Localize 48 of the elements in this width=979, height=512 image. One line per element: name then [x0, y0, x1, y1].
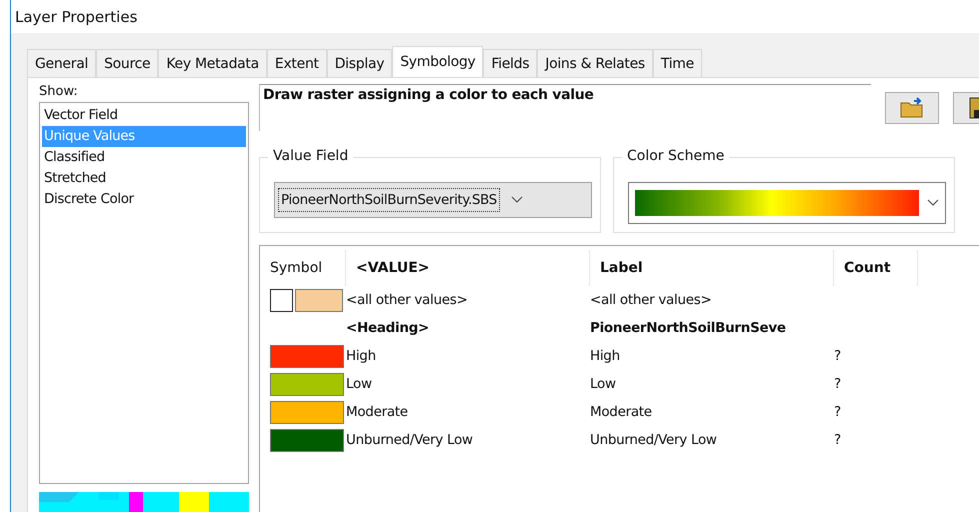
label-cell-text: Moderate [590, 403, 653, 422]
color-swatch[interactable] [295, 288, 343, 312]
open-button[interactable] [885, 92, 939, 124]
list-item[interactable]: Vector Field [42, 105, 246, 126]
tab[interactable]: Key Metadata [158, 49, 267, 77]
empty-symbol [270, 288, 293, 312]
column-header[interactable]: Symbol [270, 250, 346, 286]
value-cell-text: High [346, 347, 377, 366]
list-item[interactable]: Stretched [42, 168, 246, 189]
value-cell-text: <all other values> [346, 291, 468, 310]
count-cell-text: ? [834, 403, 842, 422]
list-item[interactable]: Discrete Color [42, 189, 246, 210]
color-scheme-dropdown[interactable] [628, 182, 946, 224]
folder-icon [900, 97, 924, 119]
color-swatch[interactable] [270, 372, 344, 396]
window-title: Layer Properties [14, 6, 138, 28]
tab[interactable]: Joins & Relates [537, 49, 653, 77]
list-item[interactable]: Classified [42, 147, 246, 168]
tab[interactable]: Symbology [392, 46, 484, 77]
description-text: Draw raster assigning a color to each value [259, 84, 871, 131]
column-header[interactable]: Count [834, 250, 918, 286]
tab[interactable]: Extent [266, 49, 327, 77]
tab[interactable]: Time [652, 49, 702, 77]
chevron-icon [510, 196, 523, 204]
count-cell-text: ? [834, 375, 842, 394]
color-swatch[interactable] [270, 344, 344, 368]
show-label: Show: [39, 84, 79, 101]
label-cell-text: <all other values> [590, 291, 712, 310]
value-cell-text: Unburned/Very Low [346, 431, 474, 450]
chevron-icon [927, 199, 939, 207]
value-cell-text: Moderate [346, 403, 409, 422]
column-header[interactable]: <VALUE> [346, 250, 590, 286]
tab[interactable]: Display [326, 49, 392, 77]
color-swatch[interactable] [270, 428, 344, 452]
label-cell-text: PioneerNorthSoilBurnSeve [590, 319, 787, 338]
value-field-dropdown[interactable]: PioneerNorthSoilBurnSeverity.SBS [274, 182, 592, 218]
count-cell-text: ? [834, 431, 842, 450]
tab[interactable]: Fields [483, 49, 538, 77]
column-header[interactable]: Label [590, 250, 834, 286]
label-cell-text: Low [590, 375, 617, 394]
value-cell-text: Low [346, 375, 373, 394]
label-cell-text: Unburned/Very Low [590, 431, 718, 450]
count-cell-text: ? [834, 347, 842, 366]
color-swatch[interactable] [270, 400, 344, 424]
label-cell-text: High [590, 347, 621, 366]
tab[interactable]: Source [96, 49, 158, 77]
tab[interactable]: General [27, 49, 96, 77]
value-cell-text: <Heading> [346, 319, 430, 338]
